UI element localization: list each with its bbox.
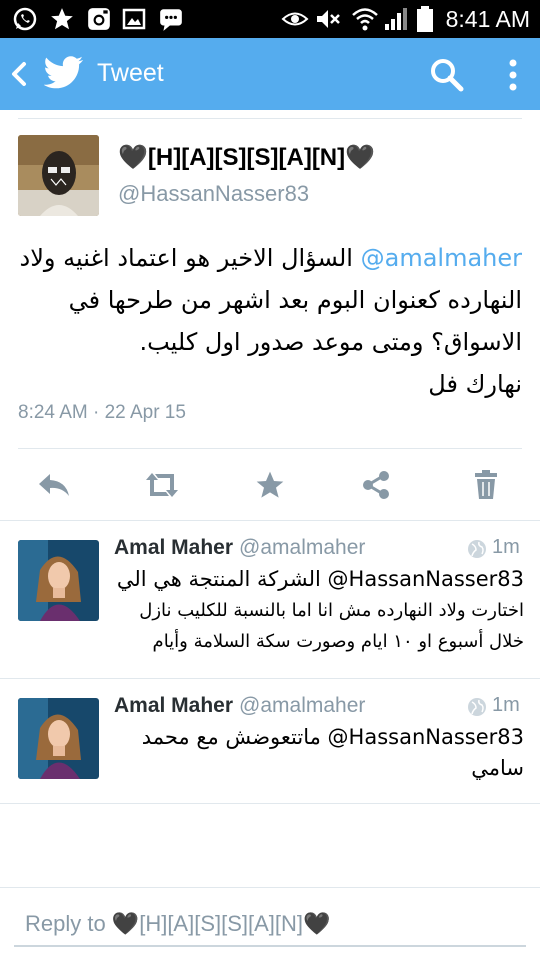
reply-line: @HassanNasser83 الشركة المنتجة هي الي bbox=[114, 564, 524, 595]
avatar[interactable] bbox=[18, 540, 99, 621]
status-bar: 8:41 AM bbox=[0, 0, 540, 38]
globe-icon bbox=[466, 538, 488, 560]
reply-line: اختارت ولاد النهارده مش انا اما بالنسبة … bbox=[139, 600, 524, 621]
author-name[interactable]: 🖤[H][A][S][S][A][N]🖤 bbox=[118, 143, 375, 173]
gallery-icon bbox=[119, 4, 149, 34]
main-tweet: 🖤[H][A][S][S][A][N]🖤 @HassanNasser83 @am… bbox=[0, 110, 540, 520]
tweet-actions bbox=[0, 465, 540, 505]
wifi-icon bbox=[350, 4, 380, 34]
author-handle[interactable]: @HassanNasser83 bbox=[118, 180, 309, 208]
tweet-timestamp: 8:24 AM · 22 Apr 15 bbox=[18, 402, 186, 423]
reply-tweet[interactable]: Amal Maher @amalmaher 1m @HassanNasser83 … bbox=[0, 520, 540, 678]
clock: 8:41 AM bbox=[445, 6, 530, 32]
author-display-name: Amal Maher bbox=[114, 694, 234, 717]
reply-line: خلال أسبوع او ١٠ ايام وصورت سكة السلامة … bbox=[152, 631, 524, 652]
avatar[interactable] bbox=[18, 135, 99, 216]
whatsapp-icon bbox=[10, 4, 40, 34]
search-icon[interactable] bbox=[428, 56, 466, 94]
mention-link[interactable]: @amalmaher bbox=[361, 244, 522, 272]
messenger-icon bbox=[156, 4, 186, 34]
action-bar: Tweet bbox=[0, 38, 540, 110]
author-handle: @amalmaher bbox=[239, 536, 366, 559]
retweet-icon[interactable] bbox=[142, 465, 182, 505]
battery-icon bbox=[410, 4, 440, 34]
reply-icon[interactable] bbox=[34, 465, 74, 505]
reply-text: @HassanNasser83 ماتتعوضش مع محمد سامي bbox=[114, 722, 524, 784]
divider bbox=[0, 803, 540, 804]
mute-icon bbox=[313, 4, 343, 34]
author-name[interactable]: Amal Maher @amalmaher bbox=[114, 694, 365, 718]
reply-input[interactable]: Reply to 🖤[H][A][S][S][A][N]🖤 bbox=[14, 903, 526, 947]
reply-text: @HassanNasser83 الشركة المنتجة هي الي اخ… bbox=[114, 564, 524, 657]
author-display-name: Amal Maher bbox=[114, 536, 234, 559]
favorite-icon[interactable] bbox=[250, 465, 290, 505]
screen-title: Tweet bbox=[97, 59, 164, 87]
divider bbox=[18, 118, 522, 119]
reply-line: سامي bbox=[471, 756, 524, 780]
reply-placeholder: Reply to 🖤[H][A][S][S][A][N]🖤 bbox=[25, 911, 331, 936]
avatar[interactable] bbox=[18, 698, 99, 779]
author-name[interactable]: Amal Maher @amalmaher bbox=[114, 536, 365, 560]
reply-time: 1m bbox=[492, 536, 520, 558]
signal-icon bbox=[380, 4, 410, 34]
globe-icon bbox=[466, 696, 488, 718]
reply-tweet[interactable]: Amal Maher @amalmaher 1m @HassanNasser83 … bbox=[0, 678, 540, 803]
author-handle: @amalmaher bbox=[239, 694, 366, 717]
tweet-line: نهارك فل bbox=[428, 370, 522, 398]
reply-line-text: الشركة المنتجة هي الي bbox=[116, 567, 321, 591]
tweet-line-text: السؤال الاخير هو اعتماد اغنيه ولاد bbox=[19, 244, 353, 272]
tweet-line: @amalmaher السؤال الاخير هو اعتماد اغنيه… bbox=[18, 237, 522, 279]
back-icon[interactable] bbox=[8, 60, 30, 88]
eye-icon bbox=[280, 4, 310, 34]
divider bbox=[0, 887, 540, 888]
star-icon bbox=[47, 4, 77, 34]
share-icon[interactable] bbox=[356, 465, 396, 505]
delete-icon[interactable] bbox=[466, 465, 506, 505]
mention-link[interactable]: @HassanNasser83 bbox=[328, 567, 524, 591]
twitter-bird-icon[interactable] bbox=[43, 55, 84, 91]
tweet-line: النهارده كعنوان البوم بعد اشهر من طرحها … bbox=[68, 286, 522, 314]
reply-line: @HassanNasser83 ماتتعوضش مع محمد bbox=[114, 722, 524, 753]
divider bbox=[18, 448, 522, 449]
tweet-line: الاسواق؟ ومتى موعد صدور اول كليب. bbox=[139, 328, 522, 356]
tweet-text: @amalmaher السؤال الاخير هو اعتماد اغنيه… bbox=[18, 237, 522, 405]
reply-line-text: ماتتعوضش مع محمد bbox=[141, 725, 321, 749]
mention-link[interactable]: @HassanNasser83 bbox=[328, 725, 524, 749]
reply-time: 1m bbox=[492, 694, 520, 716]
instagram-icon bbox=[84, 4, 114, 34]
more-icon[interactable] bbox=[500, 56, 526, 94]
